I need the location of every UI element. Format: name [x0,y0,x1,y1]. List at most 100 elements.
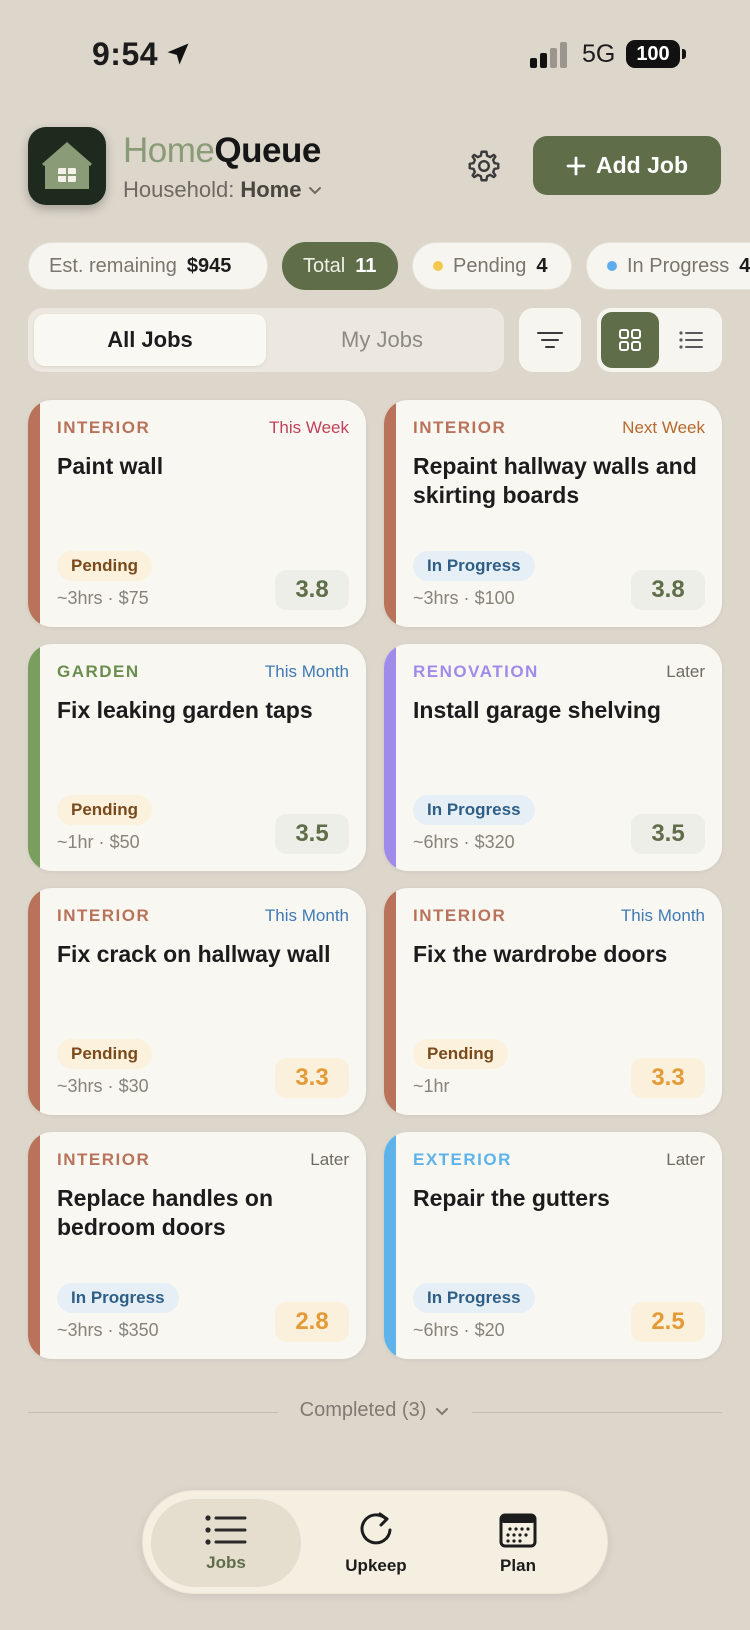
stat-pending[interactable]: Pending 4 [412,242,572,290]
job-cost: $320 [474,832,515,852]
household-selector[interactable]: Household: Home [123,177,323,203]
house-icon [42,142,92,189]
stat-est-remaining: Est. remaining $945 [28,242,268,290]
tab-jobs[interactable]: Jobs [151,1499,301,1587]
job-cost: $100 [474,588,515,608]
list-view-button[interactable] [663,312,719,368]
job-card[interactable]: INTERIOR Later Replace handles on bedroo… [28,1132,366,1359]
status-time: 9:54 [92,36,159,72]
segment-my-jobs[interactable]: My Jobs [266,314,498,366]
completed-label: Completed (3) [299,1399,427,1421]
category-stripe [28,888,40,1115]
segment-all-jobs[interactable]: All Jobs [34,314,266,366]
completed-section-toggle[interactable]: Completed (3) [28,1395,722,1429]
tab-plan[interactable]: Plan [443,1499,593,1587]
stat-label: Est. remaining [49,254,177,277]
job-title: Install garage shelving [413,697,661,723]
job-meta: ~3hrs · $100 [413,588,515,609]
job-category: INTERIOR [57,418,151,437]
job-duration: ~3hrs [57,1076,103,1096]
meta-separator: · [463,1320,470,1340]
household-label: Household: [123,177,235,202]
job-category: INTERIOR [57,1150,151,1169]
meta-separator: · [98,832,105,852]
priority-score: 2.8 [275,1302,349,1342]
job-category: RENOVATION [413,662,539,681]
job-card[interactable]: INTERIOR This Month Fix the wardrobe doo… [384,888,722,1115]
grid-icon [619,329,641,351]
app-title: HomeQueue [123,131,321,171]
plus-icon [566,156,586,175]
job-cost: $75 [118,588,149,608]
job-timeframe: Next Week [622,418,705,437]
job-category: INTERIOR [413,418,507,437]
stat-total[interactable]: Total 11 [282,242,398,290]
category-stripe [28,644,40,871]
job-duration: ~3hrs [57,588,103,608]
job-timeframe: Later [666,1150,705,1169]
job-meta: ~1hr · $50 [57,832,140,853]
filter-button[interactable] [519,308,581,372]
job-timeframe: This Month [620,906,705,925]
job-card[interactable]: EXTERIOR Later Repair the gutters In Pro… [384,1132,722,1359]
job-duration: ~3hrs [57,1320,103,1340]
job-card[interactable]: INTERIOR Next Week Repaint hallway walls… [384,400,722,627]
category-stripe [384,1132,396,1359]
job-duration: ~1hr [57,832,94,852]
in-progress-dot-icon [607,261,617,271]
app-title-part1: Home [123,131,215,170]
status-bar: 9:54 5G 100 [0,0,750,110]
status-badge: In Progress [413,551,535,581]
priority-score: 3.8 [275,570,349,610]
status-badge: Pending [413,1039,509,1069]
job-duration: ~6hrs [413,832,459,852]
tab-label: Plan [500,1556,536,1575]
meta-separator: · [107,588,114,608]
priority-score: 3.3 [275,1058,349,1098]
job-cost: $350 [118,1320,159,1340]
status-badge: In Progress [413,795,535,825]
gear-icon[interactable] [466,148,502,184]
job-timeframe: This Month [264,906,349,925]
job-card[interactable]: RENOVATION Later Install garage shelving… [384,644,722,871]
pending-dot-icon [433,261,443,271]
job-meta: ~1hr [413,1076,450,1097]
tab-label: Jobs [206,1553,246,1572]
stat-value: $945 [186,254,232,277]
add-job-label: Add Job [596,152,688,178]
category-stripe [384,888,396,1115]
job-card[interactable]: INTERIOR This Month Fix crack on hallway… [28,888,366,1115]
network-type: 5G [582,40,616,68]
job-card[interactable]: INTERIOR This Week Paint wall Pending ~3… [28,400,366,627]
job-cost: $30 [118,1076,149,1096]
job-title: Repair the gutters [413,1185,610,1211]
tab-label: Upkeep [345,1556,407,1575]
status-badge: In Progress [57,1283,179,1313]
add-job-button[interactable]: Add Job [533,136,721,195]
job-cost: $50 [109,832,140,852]
job-timeframe: This Month [264,662,349,681]
priority-score: 2.5 [631,1302,705,1342]
category-stripe [28,400,40,627]
chevron-down-icon [436,1407,449,1415]
job-duration: ~6hrs [413,1320,459,1340]
household-value: Home [240,177,302,202]
priority-score: 3.5 [631,814,705,854]
bottom-tab-bar: Jobs Upkeep Plan [142,1490,608,1594]
job-card[interactable]: GARDEN This Month Fix leaking garden tap… [28,644,366,871]
job-title: Fix crack on hallway wall [57,941,331,967]
priority-score: 3.5 [275,814,349,854]
job-meta: ~6hrs · $20 [413,1320,505,1341]
job-timeframe: Later [666,662,705,681]
tab-upkeep[interactable]: Upkeep [301,1499,451,1587]
filter-icon [537,332,563,348]
stat-value: 4 [739,254,750,277]
status-badge: Pending [57,1039,153,1069]
location-arrow-icon [167,43,189,65]
stat-value: 11 [355,254,377,277]
grid-view-button[interactable] [601,312,659,368]
stat-in-progress[interactable]: In Progress 4 [586,242,750,290]
calendar-icon [499,1513,537,1548]
app-logo [28,127,106,205]
job-meta: ~6hrs · $320 [413,832,515,853]
